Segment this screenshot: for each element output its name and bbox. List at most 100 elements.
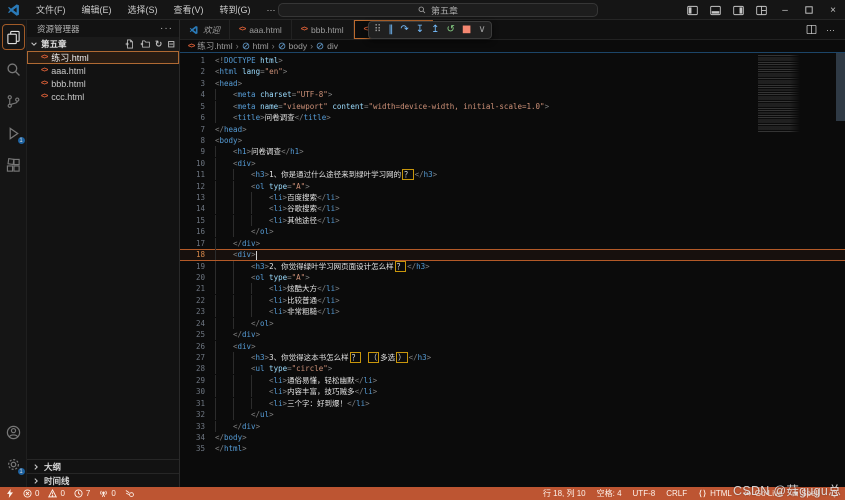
menu-item[interactable]: 编辑(E) xyxy=(75,1,119,18)
menu-item[interactable]: 文件(F) xyxy=(29,1,73,18)
breadcrumb-separator: › xyxy=(236,41,239,51)
search-sidebar-icon[interactable] xyxy=(2,56,25,82)
explorer-icon[interactable] xyxy=(2,24,25,50)
code-line[interactable]: 6<title>问卷调查</title> xyxy=(180,112,845,123)
timeline-section[interactable]: 时间线 xyxy=(27,473,179,487)
folder-section-header[interactable]: 第五章 ↻ ⊟ xyxy=(27,37,179,51)
code-line[interactable]: 18<div> xyxy=(180,249,845,260)
code-line[interactable]: 9<h1>问卷调查</h1> xyxy=(180,146,845,157)
toggle-secondary-sidebar-icon[interactable] xyxy=(733,5,744,16)
tab-欢迎[interactable]: 欢迎 xyxy=(180,20,230,39)
status-item[interactable]: 行 18, 列 10 xyxy=(543,488,586,499)
breadcrumb-item[interactable]: div xyxy=(316,41,338,51)
code-line[interactable]: 7</head> xyxy=(180,124,845,135)
code-line[interactable]: 20<ol type="A"> xyxy=(180,272,845,283)
settings-gear-icon[interactable]: 1 xyxy=(2,451,25,477)
clock-icon[interactable]: 7 xyxy=(74,489,90,498)
status-item[interactable]: UTF-8 xyxy=(633,489,656,498)
refresh-icon[interactable]: ↻ xyxy=(155,40,163,49)
minimap[interactable] xyxy=(758,55,800,133)
new-file-icon[interactable] xyxy=(125,39,135,49)
file-item[interactable]: <>ccc.html xyxy=(27,90,179,103)
code-line[interactable]: 33</div> xyxy=(180,421,845,432)
code-line[interactable]: 29<li>通俗易懂，轻松幽默</li> xyxy=(180,375,845,386)
breadcrumb-item[interactable]: <>练习.html xyxy=(188,40,233,52)
code-line[interactable]: 21<li>炫酷大方</li> xyxy=(180,283,845,294)
file-item[interactable]: <>aaa.html xyxy=(27,64,179,77)
warning-icon[interactable]: 0 xyxy=(48,489,64,498)
source-control-icon[interactable] xyxy=(2,88,25,114)
step-out-icon[interactable]: ↥ xyxy=(431,22,439,38)
code-line[interactable]: 32</ul> xyxy=(180,409,845,420)
error-icon[interactable]: 0 xyxy=(23,489,39,498)
tab-aaa.html[interactable]: <>aaa.html xyxy=(230,20,292,39)
code-line[interactable]: 12<ol type="A"> xyxy=(180,181,845,192)
code-line[interactable]: 5<meta name="viewport" content="width=de… xyxy=(180,101,845,112)
code-line[interactable]: 1<!DOCTYPE html> xyxy=(180,55,845,66)
comet-icon[interactable] xyxy=(125,489,135,498)
code-line[interactable]: 13<li>百度搜索</li> xyxy=(180,192,845,203)
status-item[interactable]: 空格: 4 xyxy=(597,488,622,499)
step-over-icon[interactable]: ↷ xyxy=(400,22,408,38)
code-line[interactable]: 23<li>非常粗糙</li> xyxy=(180,306,845,317)
code-line[interactable]: 17</div> xyxy=(180,238,845,249)
split-editor-icon[interactable] xyxy=(806,24,817,35)
code-line[interactable]: 24</ol> xyxy=(180,318,845,329)
code-line[interactable]: 22<li>比较普通</li> xyxy=(180,295,845,306)
code-line[interactable]: 4<meta charset="UTF-8"> xyxy=(180,89,845,100)
account-icon[interactable] xyxy=(2,419,25,445)
line-number: 33 xyxy=(180,421,205,432)
code-line[interactable]: 3<head> xyxy=(180,78,845,89)
drag-handle-icon[interactable]: ⠿ xyxy=(374,22,381,38)
code-line[interactable]: 19<h3>2、你觉得绿叶学习网页面设计怎么样？</h3> xyxy=(180,261,845,272)
code-line[interactable]: 8<body> xyxy=(180,135,845,146)
file-item[interactable]: <>bbb.html xyxy=(27,77,179,90)
collapse-all-icon[interactable]: ⊟ xyxy=(167,40,175,49)
code-line[interactable]: 28<ul type="circle"> xyxy=(180,363,845,374)
code-line[interactable]: 34</body> xyxy=(180,432,845,443)
code-line[interactable]: 27<h3>3、你觉得这本书怎么样？ （多选）</h3> xyxy=(180,352,845,363)
toggle-sidebar-icon[interactable] xyxy=(687,5,698,16)
stop-dropdown-icon[interactable]: ∨ xyxy=(478,22,485,38)
step-into-icon[interactable]: ↧ xyxy=(416,22,424,38)
code-line[interactable]: 35</html> xyxy=(180,443,845,454)
menu-item[interactable]: 转到(G) xyxy=(213,1,258,18)
code-line[interactable]: 2<html lang="en"> xyxy=(180,66,845,77)
code-line[interactable]: 25</div> xyxy=(180,329,845,340)
code-line[interactable]: 15<li>其他途径</li> xyxy=(180,215,845,226)
breadcrumb-item[interactable]: body xyxy=(278,41,307,51)
tab-bbb.html[interactable]: <>bbb.html xyxy=(292,20,354,39)
tower-icon[interactable]: 0 xyxy=(99,489,115,498)
new-folder-icon[interactable] xyxy=(140,39,150,49)
code-line[interactable]: 16</ol> xyxy=(180,226,845,237)
breadcrumb-item[interactable]: html xyxy=(242,41,269,51)
menu-item[interactable]: 选择(S) xyxy=(121,1,165,18)
command-search-box[interactable]: 第五章 xyxy=(278,3,598,17)
stop-icon[interactable]: ■ xyxy=(462,22,471,38)
pause-icon[interactable]: ‖ xyxy=(388,22,393,38)
file-item[interactable]: <>练习.html xyxy=(27,51,179,64)
more-actions-icon[interactable]: ··· xyxy=(826,25,835,35)
explorer-more-icon[interactable]: ··· xyxy=(160,23,173,34)
run-debug-icon[interactable]: 1 xyxy=(2,120,25,146)
restart-icon[interactable]: ↺ xyxy=(447,22,455,38)
extensions-icon[interactable] xyxy=(2,152,25,178)
code-line[interactable]: 31<li>三个字：好到爆！</li> xyxy=(180,398,845,409)
code-line[interactable]: 26<div> xyxy=(180,341,845,352)
minimize-button[interactable]: – xyxy=(773,0,797,20)
remote-icon[interactable] xyxy=(6,489,14,498)
customize-layout-icon[interactable] xyxy=(756,5,767,16)
menu-item[interactable]: 查看(V) xyxy=(167,1,211,18)
braces-icon[interactable]: HTML xyxy=(698,489,732,498)
code-line[interactable]: 11<h3>1、你是通过什么途径来到绿叶学习网的？</h3> xyxy=(180,169,845,180)
outline-section[interactable]: 大纲 xyxy=(27,459,179,473)
toggle-panel-icon[interactable] xyxy=(710,5,721,16)
scrollbar-thumb[interactable] xyxy=(836,53,845,121)
code-line[interactable]: 30<li>内容丰富，技巧贼多</li> xyxy=(180,386,845,397)
code-line[interactable]: 14<li>谷歌搜索</li> xyxy=(180,203,845,214)
code-editor[interactable]: 1<!DOCTYPE html>2<html lang="en">3<head>… xyxy=(180,53,845,487)
maximize-button[interactable] xyxy=(797,0,821,20)
close-button[interactable]: × xyxy=(821,0,845,20)
status-item[interactable]: CRLF xyxy=(666,489,687,498)
code-line[interactable]: 10<div> xyxy=(180,158,845,169)
